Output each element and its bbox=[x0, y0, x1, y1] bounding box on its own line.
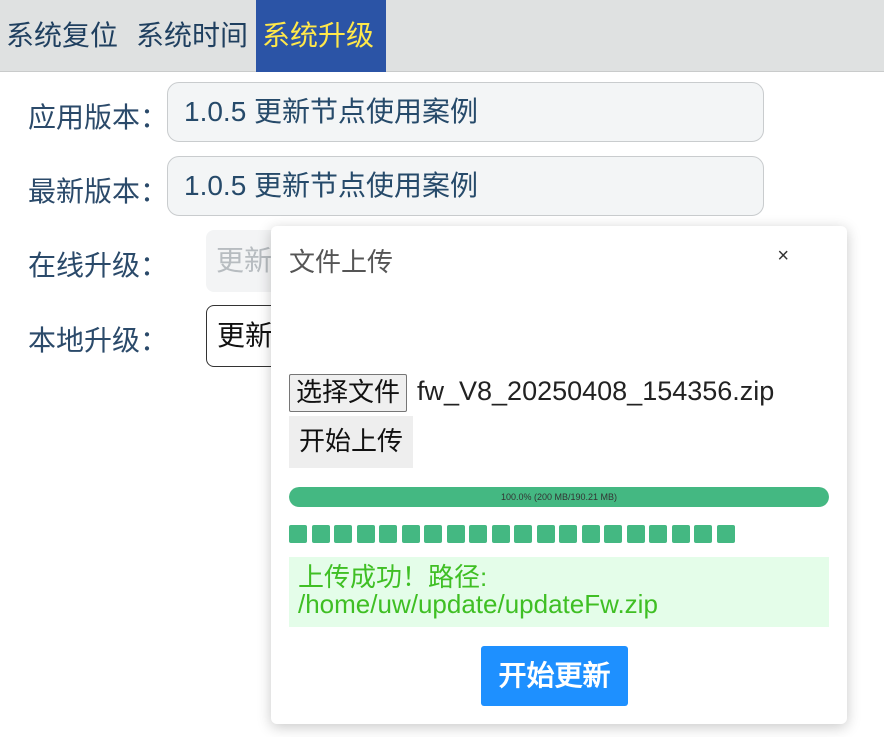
chunk-status-square bbox=[289, 525, 307, 543]
chunk-status-square bbox=[649, 525, 667, 543]
close-icon[interactable]: × bbox=[777, 246, 789, 266]
chunk-status-list bbox=[289, 525, 735, 544]
chunk-status-square bbox=[536, 525, 555, 543]
tab-system-time[interactable]: 系统时间 bbox=[130, 0, 254, 72]
chunk-status-square bbox=[469, 525, 487, 543]
chunk-status-square bbox=[424, 525, 442, 543]
tab-bar: 系统复位 系统时间 系统升级 bbox=[0, 0, 884, 72]
chunk-status-square bbox=[671, 525, 690, 543]
upload-progress-bar: 100.0% (200 MB/190.21 MB) bbox=[289, 487, 829, 507]
upload-success-message: 上传成功！路径: /home/uw/update/updateFw.zip bbox=[289, 557, 829, 627]
chunk-status-square bbox=[514, 525, 532, 543]
chunk-status-square bbox=[401, 525, 420, 543]
chunk-status-square bbox=[559, 525, 577, 543]
file-upload-dialog: 文件上传 × 选择文件 fw_V8_20250408_154356.zip 开始… bbox=[271, 226, 847, 724]
chunk-status-square bbox=[604, 525, 622, 543]
chunk-status-square bbox=[334, 525, 352, 543]
latest-version-field[interactable]: 1.0.5 更新节点使用案例 bbox=[167, 156, 764, 216]
tab-system-reset[interactable]: 系统复位 bbox=[0, 0, 124, 72]
chunk-status-square bbox=[379, 525, 397, 543]
online-upgrade-label: 在线升级： bbox=[28, 250, 169, 281]
start-update-button[interactable]: 开始更新 bbox=[481, 646, 628, 706]
chunk-status-square bbox=[491, 525, 510, 543]
chunk-status-square bbox=[356, 525, 375, 543]
local-upgrade-label: 本地升级： bbox=[28, 325, 169, 356]
chunk-status-square bbox=[581, 525, 600, 543]
app-version-label: 应用版本： bbox=[28, 102, 169, 133]
chunk-status-square bbox=[694, 525, 712, 543]
start-upload-button[interactable]: 开始上传 bbox=[289, 416, 414, 468]
progress-text: 100.0% (200 MB/190.21 MB) bbox=[500, 492, 618, 502]
chunk-status-square bbox=[716, 525, 735, 543]
choose-file-button[interactable]: 选择文件 bbox=[289, 374, 408, 412]
dialog-title: 文件上传 bbox=[289, 247, 394, 277]
chunk-status-square bbox=[446, 525, 465, 543]
latest-version-label: 最新版本： bbox=[28, 176, 169, 207]
tab-system-upgrade[interactable]: 系统升级 bbox=[256, 0, 386, 72]
selected-file-name: fw_V8_20250408_154356.zip bbox=[417, 376, 775, 406]
chunk-status-square bbox=[626, 525, 645, 543]
chunk-status-square bbox=[311, 525, 330, 543]
app-version-field[interactable]: 1.0.5 更新节点使用案例 bbox=[167, 82, 764, 142]
